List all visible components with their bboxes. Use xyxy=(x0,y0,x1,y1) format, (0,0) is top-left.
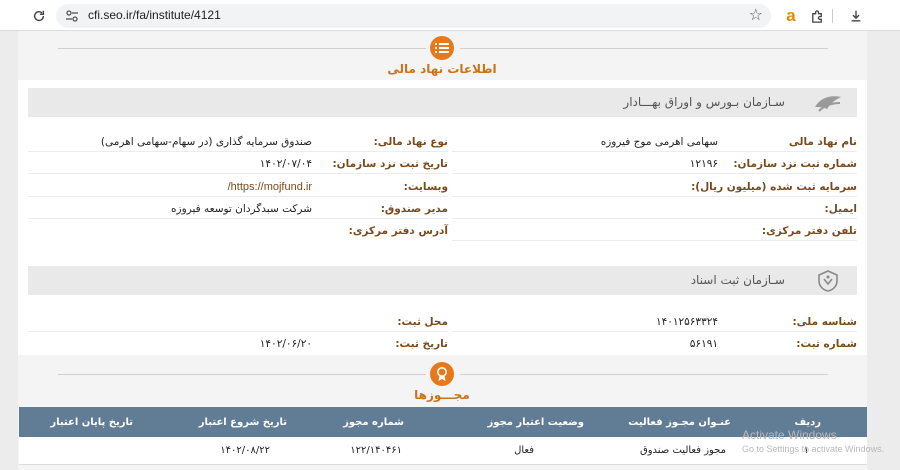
field-label: شماره ثبت نزد سازمان: xyxy=(733,158,857,170)
info-row: تاریخ ثبت نزد سازمان: ۱۴۰۲/۰۷/۰۴ xyxy=(28,152,448,174)
activation-watermark: Activate Windows Go to Settings to activ… xyxy=(742,428,884,454)
cell-start-date: ۱۴۰۲/۰۸/۲۲ xyxy=(220,445,270,456)
website-link[interactable]: https://mojfund.ir/ xyxy=(228,181,312,193)
field-value: ۱۲۱۹۶ xyxy=(689,158,718,170)
table-row: ۱ مجوز فعالیت صندوق فعال ۱۲۲/۱۴۰۴۶۱ ۱۴۰۲… xyxy=(19,437,867,465)
field-label: سرمایه ثبت شده (میلیون ریال): xyxy=(691,181,857,193)
info-row: تاریخ ثبت: ۱۴۰۲/۰۶/۲۰ xyxy=(28,332,448,354)
col-header-title: عنـوان مجـوز فعالیت xyxy=(628,417,731,428)
field-value: ۱۴۰۲/۰۶/۲۰ xyxy=(259,338,312,350)
field-label: ایمیل: xyxy=(824,203,857,215)
bookmark-star-icon[interactable]: ☆ xyxy=(749,5,763,24)
field-value: ۵۶۱۹۱ xyxy=(689,338,718,350)
extension-a-icon[interactable]: a xyxy=(780,5,802,27)
field-value: سهامی اهرمی موج فیروزه xyxy=(600,136,718,148)
list-icon xyxy=(430,36,454,60)
cell-status: فعال xyxy=(514,445,534,456)
cell-title: مجوز فعالیت صندوق xyxy=(639,445,726,456)
registry-heading-bar: سـازمان ثبت اسناد xyxy=(28,266,857,295)
url-text: cfi.seo.ir/fa/institute/4121 xyxy=(88,8,221,22)
col-header-status: وضعیت اعتبار مجوز xyxy=(487,417,584,428)
field-label: نوع نهاد مالی: xyxy=(373,136,448,148)
info-row: نام نهاد مالی سهامی اهرمی موج فیروزه xyxy=(452,130,857,152)
section-title-info: اطلاعات نهاد مالی xyxy=(387,62,497,76)
field-label: شماره ثبت: xyxy=(796,338,857,350)
section-divider xyxy=(58,374,426,375)
badge-icon xyxy=(430,362,454,386)
site-info-icon[interactable] xyxy=(64,8,80,24)
browser-toolbar: cfi.seo.ir/fa/institute/4121 ☆ a xyxy=(0,0,900,31)
section-divider xyxy=(58,48,426,49)
field-label: تاریخ ثبت: xyxy=(395,338,448,350)
info-row: سرمایه ثبت شده (میلیون ریال): xyxy=(452,175,857,197)
col-header-end-date: تاریخ پایان اعتبار xyxy=(50,417,133,428)
field-value: ۱۴۰۱۲۵۶۳۳۲۴ xyxy=(655,316,718,328)
field-label: شناسه ملی: xyxy=(792,316,857,328)
download-icon[interactable] xyxy=(845,5,867,27)
address-bar[interactable]: cfi.seo.ir/fa/institute/4121 ☆ xyxy=(56,4,771,28)
field-label: نام نهاد مالی xyxy=(788,136,857,148)
section-divider xyxy=(460,374,828,375)
col-header-start-date: تاریخ شروع اعتبار xyxy=(198,417,287,428)
info-row: شماره ثبت: ۵۶۱۹۱ xyxy=(452,332,857,354)
col-header-license-number: شماره مجوز xyxy=(343,417,404,428)
toolbar-divider xyxy=(832,9,833,23)
field-value: صندوق سرمایه گذاری (در سهام-سهامی اهرمی) xyxy=(100,136,312,148)
info-row: تلفن دفتر مرکزی: xyxy=(452,219,857,241)
field-label: وبسایت: xyxy=(403,181,448,193)
info-row: وبسایت: https://mojfund.ir/ xyxy=(28,175,448,197)
watermark-line2: Go to Settings to activate Windows. xyxy=(742,444,885,454)
registry-heading: سـازمان ثبت اسناد xyxy=(690,273,785,287)
field-label: تلفن دفتر مرکزی: xyxy=(761,225,857,237)
info-row: شماره ثبت نزد سازمان: ۱۲۱۹۶ xyxy=(452,152,857,174)
info-row: ایمیل: xyxy=(452,197,857,219)
info-row: شناسه ملی: ۱۴۰۱۲۵۶۳۳۲۴ xyxy=(452,310,857,332)
reload-icon[interactable] xyxy=(28,5,50,27)
field-label: تاریخ ثبت نزد سازمان: xyxy=(332,158,448,170)
info-row: مدیر صندوق: شرکت سبدگردان توسعه فیروزه xyxy=(28,197,448,219)
cell-license-number: ۱۲۲/۱۴۰۴۶۱ xyxy=(350,445,402,456)
section-divider xyxy=(460,48,828,49)
field-value: ۱۴۰۲/۰۷/۰۴ xyxy=(259,158,312,170)
licenses-table-header: ردیف عنـوان مجـوز فعالیت وضعیت اعتبار مج… xyxy=(19,407,867,437)
info-row: آدرس دفتر مرکزی: xyxy=(28,219,448,241)
field-label: مدیر صندوق: xyxy=(380,203,448,215)
section-title-licenses: مجـــوزها xyxy=(414,388,470,402)
registry-emblem-icon xyxy=(813,269,843,293)
info-row: نوع نهاد مالی: صندوق سرمایه گذاری (در سه… xyxy=(28,130,448,152)
extensions-puzzle-icon[interactable] xyxy=(806,5,828,27)
seo-emblem-icon xyxy=(813,91,843,115)
watermark-line1: Activate Windows xyxy=(742,428,837,442)
col-header-row-number: ردیف xyxy=(794,417,821,428)
seo-heading: سـازمان بـورس و اوراق بهـــادار xyxy=(623,95,785,109)
field-value: شرکت سبدگردان توسعه فیروزه xyxy=(171,203,312,215)
field-label: آدرس دفتر مرکزی: xyxy=(348,225,448,237)
info-row: محل ثبت: xyxy=(28,310,448,332)
seo-heading-bar: سـازمان بـورس و اوراق بهـــادار xyxy=(28,88,857,117)
field-label: محل ثبت: xyxy=(397,316,448,328)
